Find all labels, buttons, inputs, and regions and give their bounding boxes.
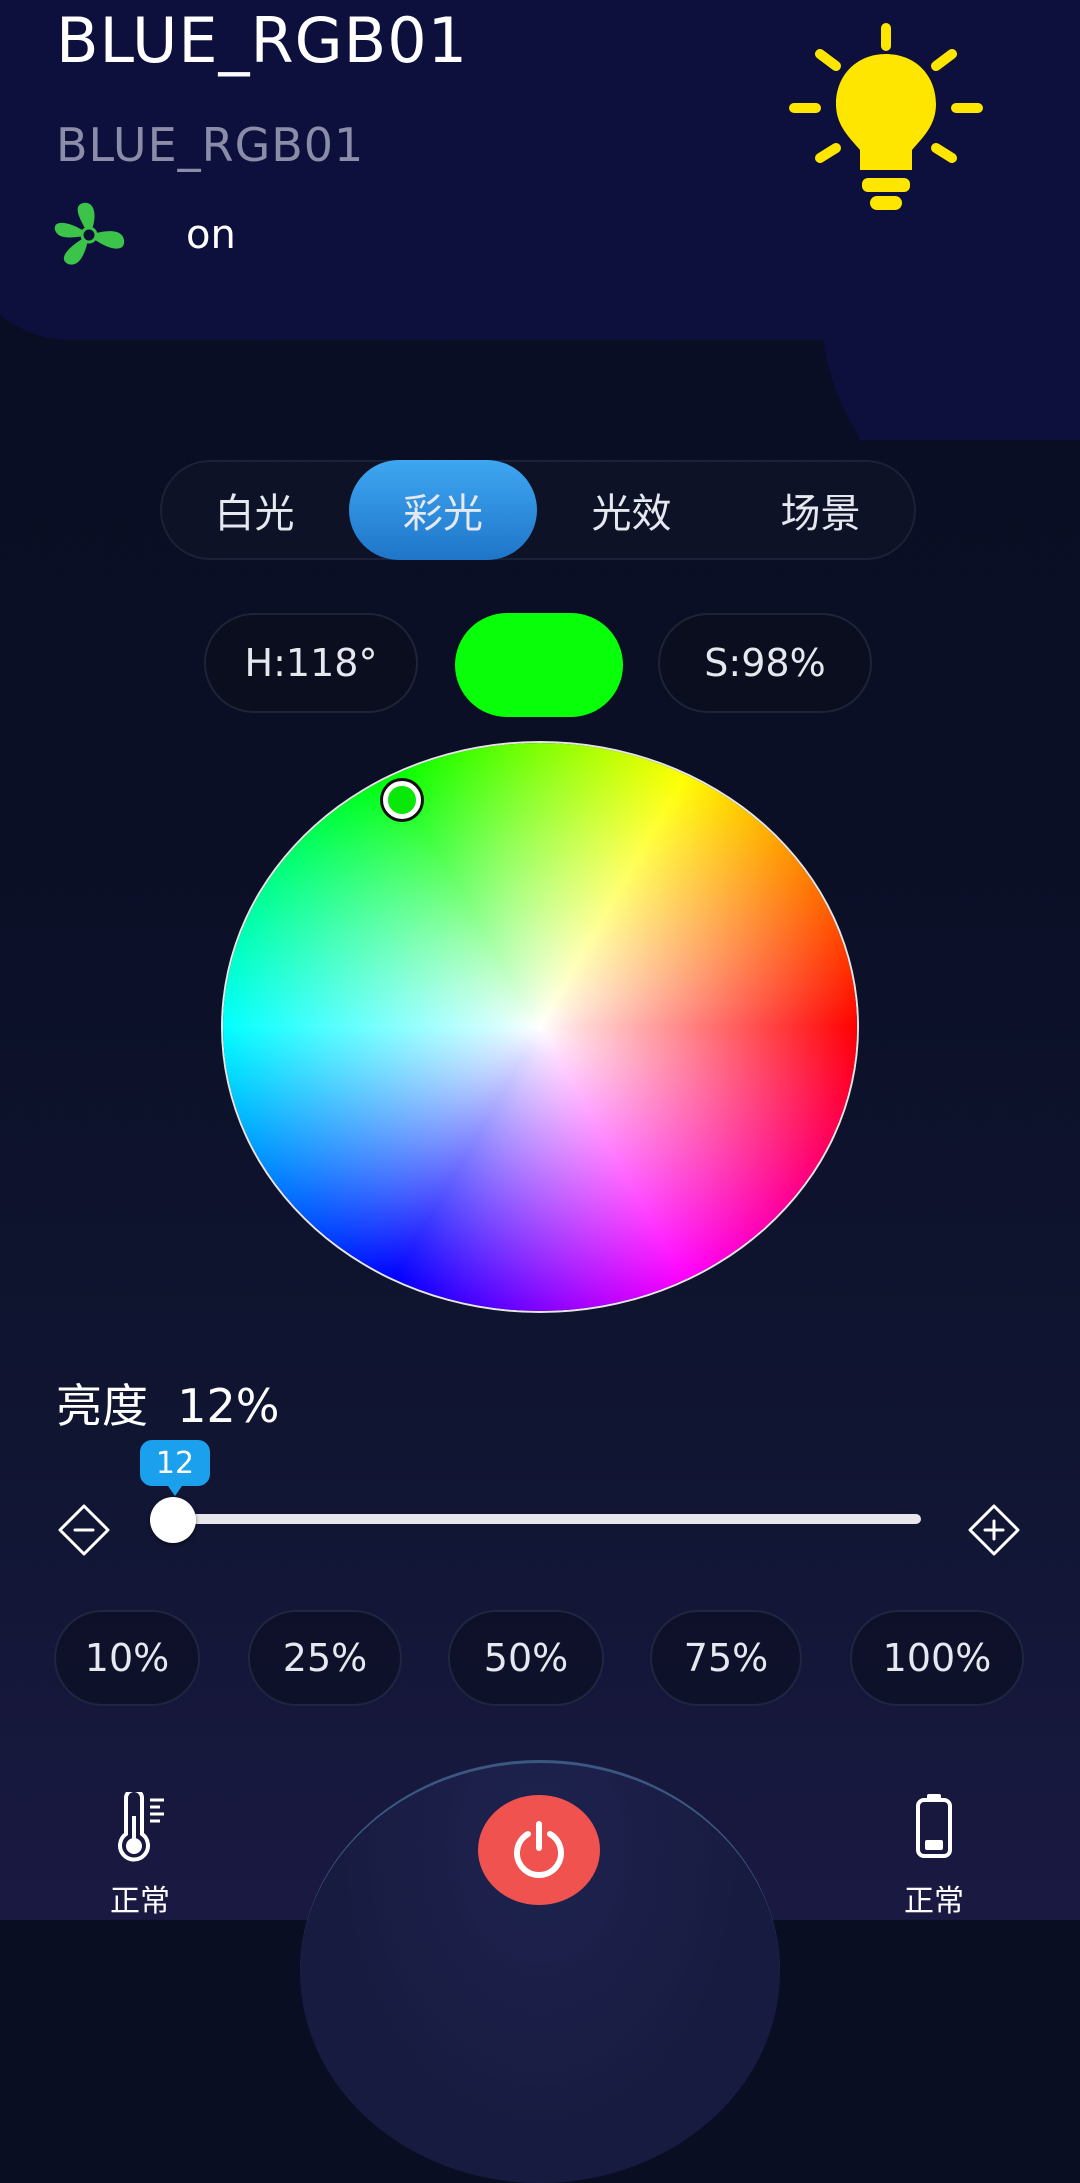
brightness-presets: 10% 25% 50% 75% 100% — [54, 1610, 1026, 1708]
tab-white-light[interactable]: 白光 — [160, 460, 349, 560]
preset-50-button[interactable]: 50% — [448, 1610, 604, 1706]
color-wheel[interactable] — [223, 743, 857, 1311]
temperature-status: 正常 — [110, 1884, 170, 1919]
tab-scenes[interactable]: 场景 — [726, 460, 915, 560]
slider-knob[interactable] — [150, 1497, 196, 1543]
mode-tabs: 白光 彩光 光效 场景 — [160, 460, 916, 560]
preset-10-button[interactable]: 10% — [54, 1610, 200, 1706]
preset-75-button[interactable]: 75% — [650, 1610, 802, 1706]
slider-value-bubble: 12 — [140, 1440, 210, 1496]
increase-button[interactable] — [964, 1500, 1024, 1560]
preset-25-button[interactable]: 25% — [248, 1610, 402, 1706]
color-wheel-disc[interactable] — [223, 743, 857, 1311]
hue-value: H:118° — [204, 613, 418, 713]
brightness-label: 亮度 — [56, 1379, 148, 1433]
slider-track[interactable] — [174, 1514, 921, 1524]
device-title: BLUE_RGB01 — [56, 4, 469, 77]
battery-status: 正常 — [904, 1884, 964, 1919]
power-icon — [514, 1821, 564, 1879]
device-status: on — [50, 200, 236, 270]
preset-100-button[interactable]: 100% — [850, 1610, 1024, 1706]
device-subtitle: BLUE_RGB01 — [56, 118, 365, 172]
color-swatch — [455, 613, 623, 717]
status-text: on — [186, 212, 236, 258]
color-picker-handle[interactable] — [383, 781, 421, 819]
brightness-slider: 12 — [54, 1440, 1024, 1556]
decrease-button[interactable] — [54, 1500, 114, 1560]
saturation-value: S:98% — [658, 613, 872, 713]
tab-color-light[interactable]: 彩光 — [349, 460, 537, 560]
power-button[interactable] — [478, 1795, 600, 1905]
light-bulb-icon — [789, 23, 983, 210]
thermometer-icon — [118, 1792, 164, 1862]
fan-icon — [54, 202, 125, 265]
tab-light-effects[interactable]: 光效 — [537, 460, 726, 560]
brightness-heading: 亮度 12% — [56, 1370, 280, 1436]
brightness-value: 12% — [177, 1379, 280, 1433]
battery-icon — [916, 1794, 952, 1858]
